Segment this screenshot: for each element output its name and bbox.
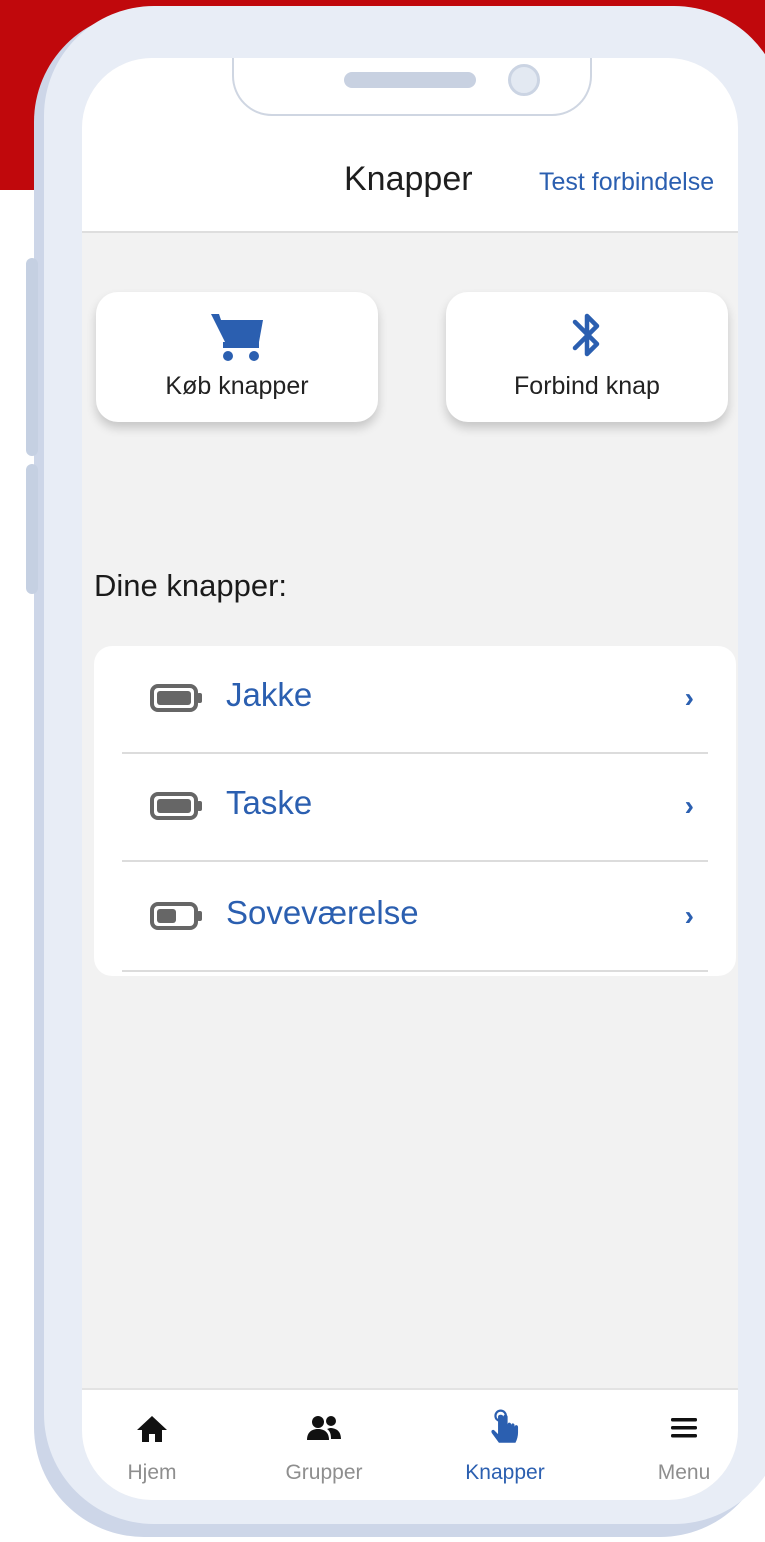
tab-menu[interactable]: Menu	[624, 1408, 738, 1485]
phone-side-button	[26, 464, 38, 594]
list-item-label: Taske	[226, 784, 313, 821]
phone-screen: Knapper Test forbindelse Køb knapper For…	[82, 58, 738, 1500]
chevron-right-icon: ›	[684, 682, 694, 713]
connect-button-label: Forbind knap	[514, 372, 660, 400]
list-item-label: Jakke	[226, 676, 313, 713]
speaker-grille	[344, 72, 476, 88]
battery-half-icon	[150, 902, 202, 930]
home-icon	[137, 1416, 167, 1442]
hamburger-icon	[671, 1418, 697, 1438]
tap-hand-icon	[491, 1409, 519, 1443]
tab-label: Grupper	[285, 1461, 363, 1484]
connect-button-card[interactable]: Forbind knap	[446, 292, 728, 422]
front-camera	[508, 64, 540, 96]
tab-bar: Hjem Grupper Knapper Menu	[82, 1388, 738, 1500]
tab-home[interactable]: Hjem	[92, 1408, 212, 1485]
buy-buttons-card[interactable]: Køb knapper	[96, 292, 378, 422]
group-icon	[307, 1416, 341, 1440]
phone-volume-button	[26, 258, 38, 456]
buy-buttons-label: Køb knapper	[165, 372, 309, 400]
chevron-right-icon: ›	[684, 790, 694, 821]
list-item[interactable]: Jakke ›	[122, 646, 708, 754]
test-connection-link[interactable]: Test forbindelse	[539, 168, 714, 197]
section-title: Dine knapper:	[94, 568, 288, 603]
buttons-list: Jakke › Taske › Soveværelse ›	[94, 646, 736, 976]
list-item-label: Soveværelse	[226, 894, 419, 931]
tab-label: Knapper	[465, 1461, 545, 1484]
list-item[interactable]: Taske ›	[122, 754, 708, 862]
chevron-right-icon: ›	[684, 900, 694, 931]
battery-full-icon	[150, 684, 202, 712]
nav-header: Knapper Test forbindelse	[82, 138, 738, 233]
list-item[interactable]: Soveværelse ›	[122, 864, 708, 972]
tab-label: Hjem	[127, 1461, 177, 1484]
bluetooth-icon	[572, 313, 600, 357]
tab-buttons[interactable]: Knapper	[445, 1408, 565, 1485]
page-title: Knapper	[344, 160, 473, 198]
battery-full-icon	[150, 792, 202, 820]
tab-groups[interactable]: Grupper	[264, 1408, 384, 1485]
tab-label: Menu	[657, 1461, 711, 1484]
cart-icon	[211, 314, 263, 361]
